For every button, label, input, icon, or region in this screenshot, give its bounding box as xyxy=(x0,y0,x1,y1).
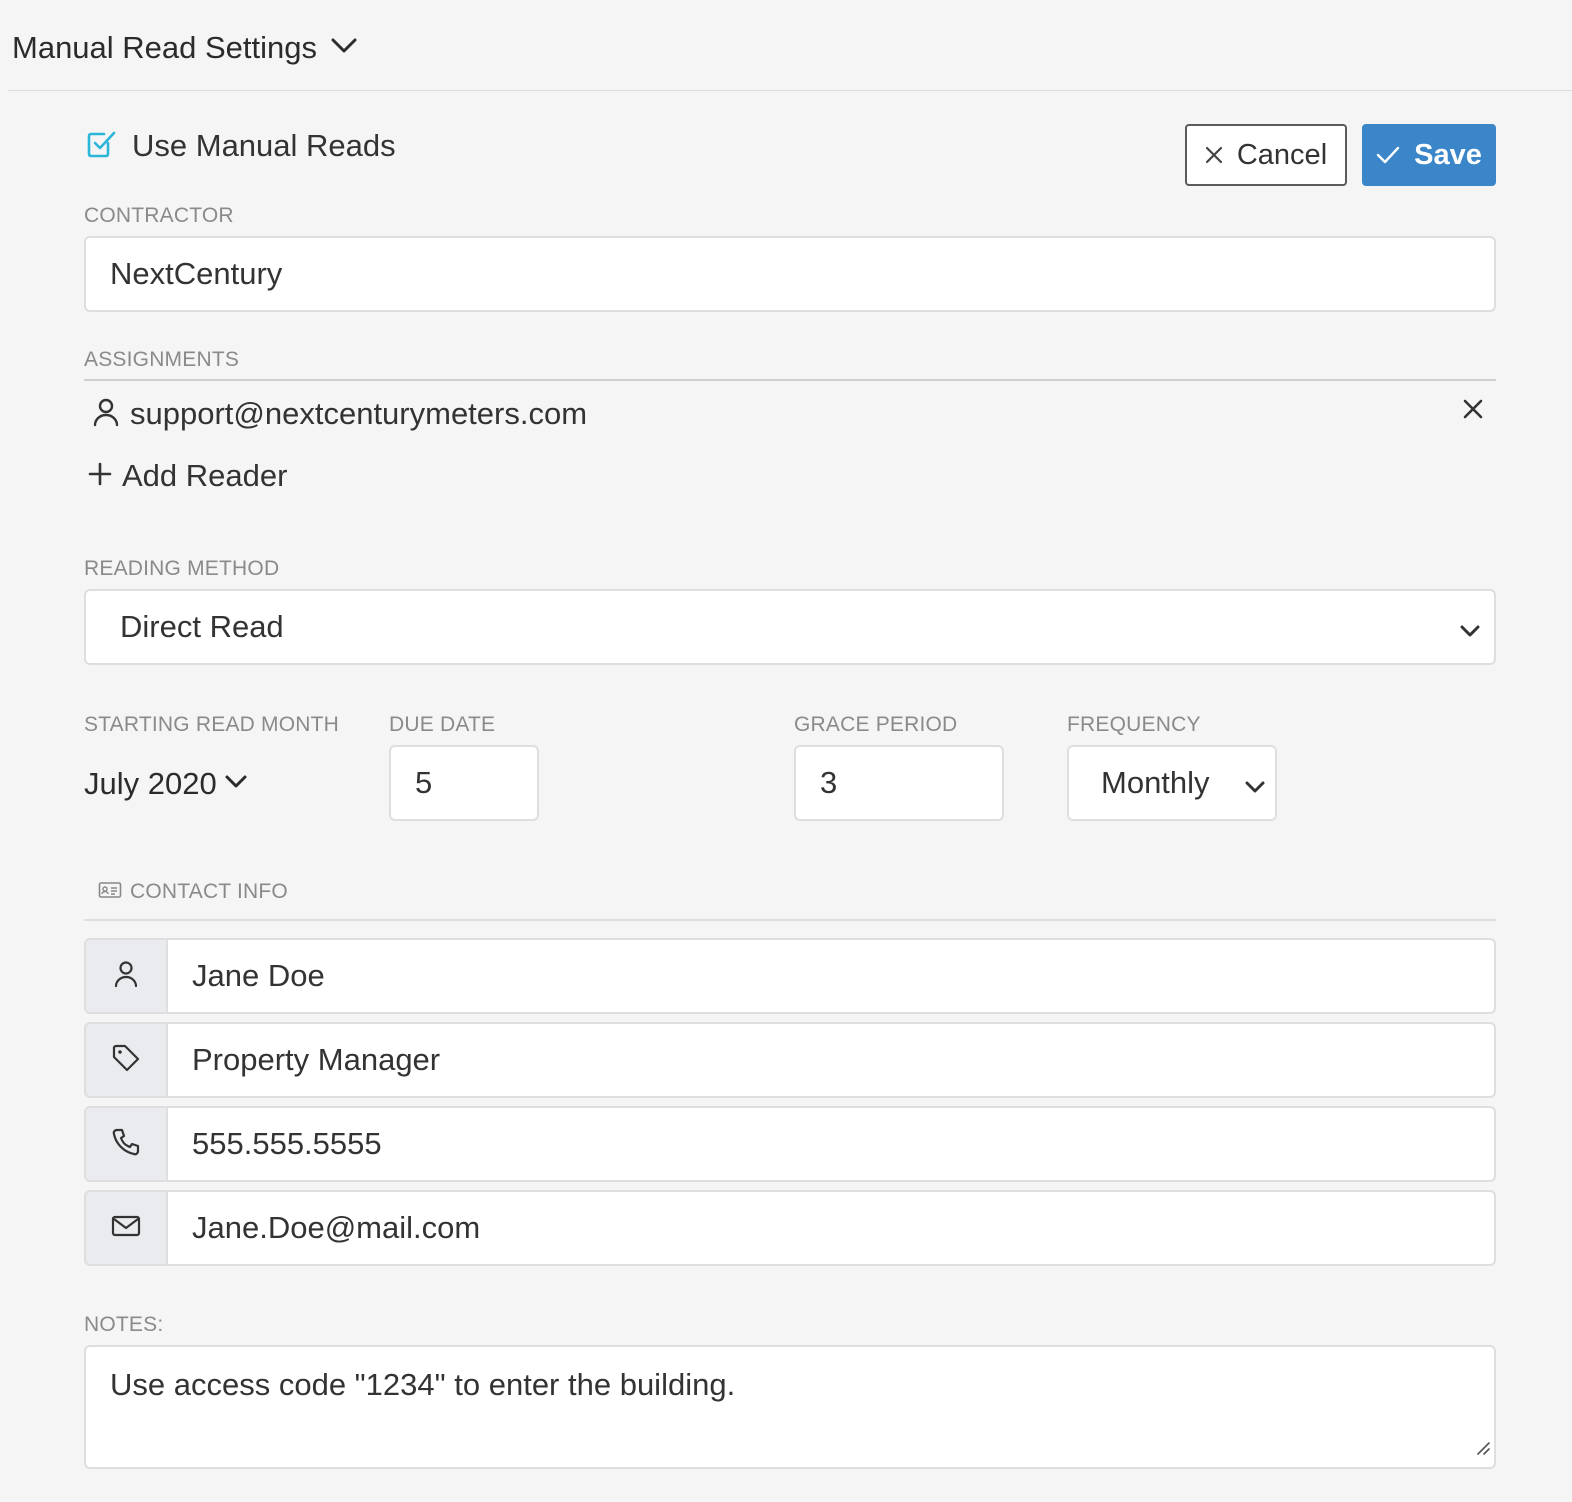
contact-name-value: Jane Doe xyxy=(192,958,325,993)
user-icon xyxy=(113,960,139,993)
save-button[interactable]: Save xyxy=(1362,124,1496,186)
contact-title-value: Property Manager xyxy=(192,1042,441,1077)
save-label: Save xyxy=(1414,138,1482,171)
plus-icon xyxy=(88,462,112,491)
envelope-icon xyxy=(111,1214,141,1243)
chevron-down-icon xyxy=(1245,765,1265,801)
frequency-label: FREQUENCY xyxy=(1067,713,1201,736)
chevron-down-icon xyxy=(1460,609,1480,645)
due-date-label: DUE DATE xyxy=(389,713,496,736)
contact-phone-field[interactable]: 555.555.5555 xyxy=(84,1106,1496,1182)
user-icon xyxy=(92,397,120,432)
assignments-divider xyxy=(84,379,1496,381)
notes-value: Use access code "1234" to enter the buil… xyxy=(110,1367,736,1402)
cancel-label: Cancel xyxy=(1236,138,1328,171)
contact-email-addon xyxy=(86,1192,168,1264)
contact-phone-value: 555.555.5555 xyxy=(192,1126,382,1161)
notes-textarea[interactable]: Use access code "1234" to enter the buil… xyxy=(84,1345,1496,1469)
starting-read-month-value: July 2020 xyxy=(84,766,217,801)
add-reader-label: Add Reader xyxy=(122,458,288,493)
contact-info-label: CONTACT INFO xyxy=(130,880,288,903)
grace-period-value: 3 xyxy=(820,765,838,800)
frequency-value: Monthly xyxy=(1101,765,1210,800)
contact-email-value: Jane.Doe@mail.com xyxy=(192,1210,481,1245)
contact-info-header: CONTACT INFO xyxy=(98,880,288,904)
contractor-label: CONTRACTOR xyxy=(84,204,234,227)
cancel-button[interactable]: Cancel xyxy=(1185,124,1347,186)
notes-label: NOTES: xyxy=(84,1313,164,1336)
add-reader-button[interactable]: Add Reader xyxy=(88,458,287,494)
assignment-email: support@nextcenturymeters.com xyxy=(130,396,588,431)
assignments-label: ASSIGNMENTS xyxy=(84,348,240,371)
checkbox-checked-icon xyxy=(86,129,116,164)
due-date-input[interactable]: 5 xyxy=(389,745,539,821)
starting-read-month-picker[interactable]: July 2020 xyxy=(84,766,247,802)
contact-name-field[interactable]: Jane Doe xyxy=(84,938,1496,1014)
contractor-input[interactable]: NextCentury xyxy=(84,236,1496,312)
contact-phone-addon xyxy=(86,1108,168,1180)
section-title: Manual Read Settings xyxy=(12,30,318,65)
assignment-item: support@nextcenturymeters.com xyxy=(92,394,1492,434)
grace-period-input[interactable]: 3 xyxy=(794,745,1004,821)
use-manual-reads-checkbox[interactable]: Use Manual Reads xyxy=(86,128,396,164)
contact-title-field[interactable]: Property Manager xyxy=(84,1022,1496,1098)
starting-read-month-label: STARTING READ MONTH xyxy=(84,713,340,736)
id-card-icon xyxy=(98,881,122,904)
phone-icon xyxy=(111,1127,141,1162)
contractor-value: NextCentury xyxy=(110,256,283,291)
resize-grip-icon[interactable] xyxy=(1474,1427,1490,1463)
use-manual-reads-label: Use Manual Reads xyxy=(132,128,396,163)
contact-info-divider xyxy=(84,919,1496,921)
frequency-select[interactable]: Monthly xyxy=(1067,745,1277,821)
close-icon xyxy=(1205,139,1223,172)
chevron-down-icon xyxy=(225,775,247,794)
header-divider xyxy=(8,90,1572,91)
chevron-down-icon xyxy=(331,38,357,59)
grace-period-label: GRACE PERIOD xyxy=(794,713,958,736)
reading-method-label: READING METHOD xyxy=(84,557,280,580)
reading-method-select[interactable]: Direct Read xyxy=(84,589,1496,665)
contact-title-addon xyxy=(86,1024,168,1096)
section-toggle[interactable]: Manual Read Settings xyxy=(12,30,357,66)
remove-assignment-icon[interactable] xyxy=(1462,398,1484,425)
contact-name-addon xyxy=(86,940,168,1012)
check-icon xyxy=(1376,139,1400,172)
tag-icon xyxy=(111,1043,141,1078)
contact-email-field[interactable]: Jane.Doe@mail.com xyxy=(84,1190,1496,1266)
reading-method-value: Direct Read xyxy=(120,609,284,644)
due-date-value: 5 xyxy=(415,765,433,800)
